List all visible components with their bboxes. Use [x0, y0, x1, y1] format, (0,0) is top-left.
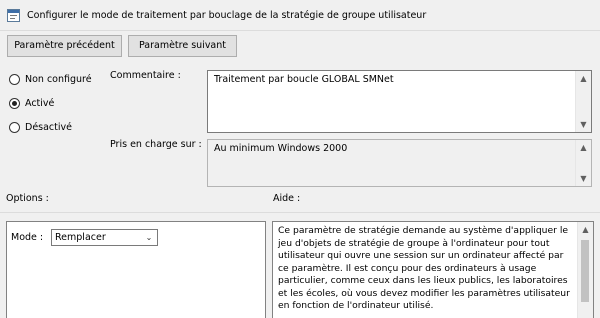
help-scrollbar-thumb[interactable]	[581, 240, 589, 302]
radio-disabled[interactable]: Désactivé	[9, 122, 72, 133]
scroll-up-arrow-icon[interactable]: ▲	[578, 222, 593, 237]
supported-on-text: Au minimum Windows 2000	[214, 143, 348, 154]
comment-label: Commentaire :	[110, 70, 181, 81]
mode-select-value: Remplacer	[55, 232, 106, 243]
scroll-down-arrow-icon[interactable]: ▼	[576, 117, 591, 132]
section-divider	[0, 212, 600, 213]
dialog-title: Configurer le mode de traitement par bou…	[27, 10, 427, 21]
supported-on-field: Au minimum Windows 2000 ▲ ▼	[207, 139, 592, 187]
radio-enabled-button[interactable]	[9, 98, 20, 109]
scroll-down-arrow-icon[interactable]: ▼	[576, 171, 591, 186]
radio-disabled-button[interactable]	[9, 122, 20, 133]
options-label: Options :	[6, 193, 49, 204]
scroll-up-arrow-icon[interactable]: ▲	[576, 140, 591, 155]
radio-enabled-label: Activé	[25, 98, 55, 109]
policy-setting-icon	[7, 9, 20, 22]
chevron-down-icon[interactable]: ⌄	[143, 230, 155, 245]
next-setting-button[interactable]: Paramètre suivant	[128, 35, 237, 57]
radio-not-configured[interactable]: Non configuré	[9, 74, 92, 85]
help-label: Aide :	[273, 193, 301, 204]
radio-disabled-label: Désactivé	[25, 122, 72, 133]
radio-not-configured-label: Non configuré	[25, 74, 92, 85]
radio-enabled[interactable]: Activé	[9, 98, 54, 109]
comment-text: Traitement par boucle GLOBAL SMNet	[214, 74, 394, 85]
supported-on-scrollbar[interactable]: ▲ ▼	[575, 140, 591, 186]
comment-textarea[interactable]: Traitement par boucle GLOBAL SMNet ▲ ▼	[207, 70, 592, 133]
radio-not-configured-button[interactable]	[9, 74, 20, 85]
mode-select[interactable]: Remplacer ⌄	[51, 229, 158, 246]
scroll-up-arrow-icon[interactable]: ▲	[576, 71, 591, 86]
options-pane: Mode : Remplacer ⌄	[6, 221, 266, 318]
help-text: Ce paramètre de stratégie demande au sys…	[278, 225, 570, 311]
supported-on-label: Pris en charge sur :	[110, 139, 202, 150]
help-scrollbar[interactable]: ▲	[577, 222, 593, 318]
header-divider	[0, 30, 600, 31]
help-pane: Ce paramètre de stratégie demande au sys…	[272, 221, 594, 318]
previous-setting-button[interactable]: Paramètre précédent	[7, 35, 122, 57]
comment-scrollbar[interactable]: ▲ ▼	[575, 71, 591, 132]
mode-label: Mode :	[11, 232, 44, 243]
